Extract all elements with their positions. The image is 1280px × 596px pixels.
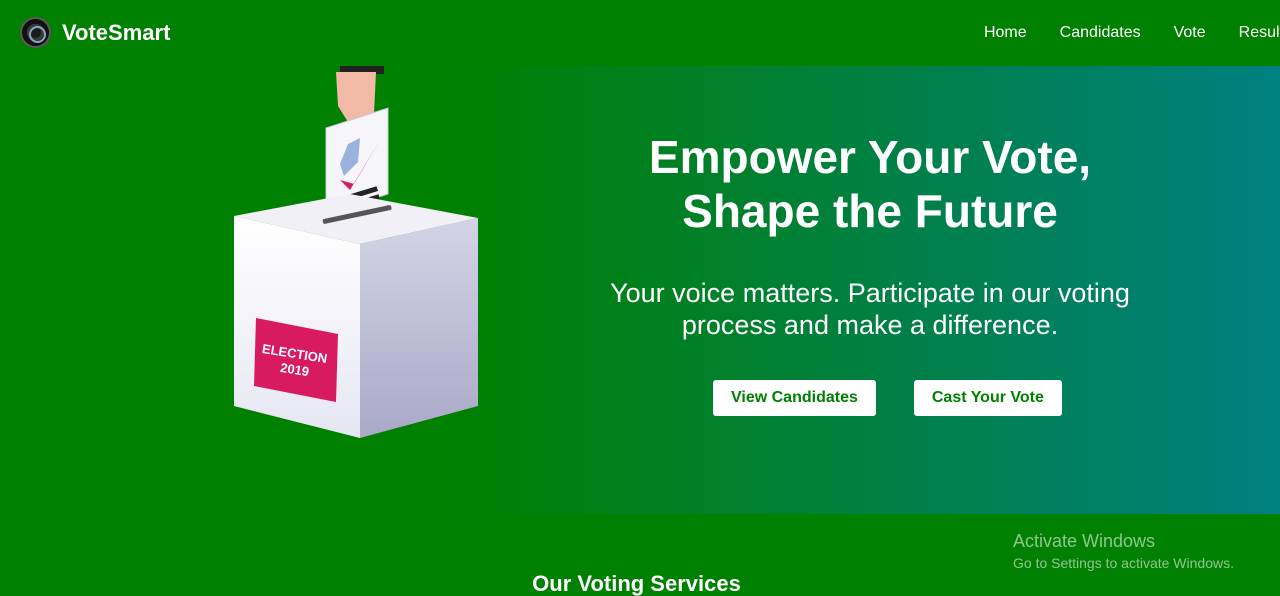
hero-subtitle: Your voice matters. Participate in our v… <box>560 277 1180 341</box>
hero-title-line1: Empower Your Vote, <box>648 131 1092 183</box>
navbar: VoteSmart Home Candidates Vote Results <box>0 0 1280 66</box>
hero-buttons: View Candidates Cast Your Vote <box>713 380 1062 416</box>
services-title: Our Voting Services <box>532 571 741 596</box>
ballot-box-illustration: ELECTION 2019 <box>234 66 478 438</box>
windows-activation-watermark: Activate Windows Go to Settings to activ… <box>1013 530 1234 573</box>
hero-subtitle-line1: Your voice matters. Participate in our v… <box>610 278 1130 308</box>
hero-title: Empower Your Vote, Shape the Future <box>560 130 1180 238</box>
view-candidates-button[interactable]: View Candidates <box>713 380 876 416</box>
brand-name: VoteSmart <box>62 19 171 45</box>
nav-vote[interactable]: Vote <box>1174 24 1206 42</box>
hero-title-line2: Shape the Future <box>682 185 1058 237</box>
hero-section: ELECTION 2019 Empower Your Vote, Shape t… <box>0 66 1280 514</box>
brand[interactable]: VoteSmart <box>20 17 170 48</box>
nav-results[interactable]: Results <box>1239 24 1280 42</box>
camera-lens-icon <box>20 17 51 48</box>
cast-vote-button[interactable]: Cast Your Vote <box>913 380 1062 416</box>
box-side <box>360 218 478 438</box>
nav-home[interactable]: Home <box>984 24 1027 42</box>
watermark-title: Activate Windows <box>1013 531 1156 551</box>
watermark-subtitle: Go to Settings to activate Windows. <box>1013 555 1234 571</box>
nav-links: Home Candidates Vote Results <box>984 0 1280 66</box>
hero-subtitle-line2: process and make a difference. <box>681 310 1059 340</box>
nav-candidates[interactable]: Candidates <box>1060 24 1141 42</box>
